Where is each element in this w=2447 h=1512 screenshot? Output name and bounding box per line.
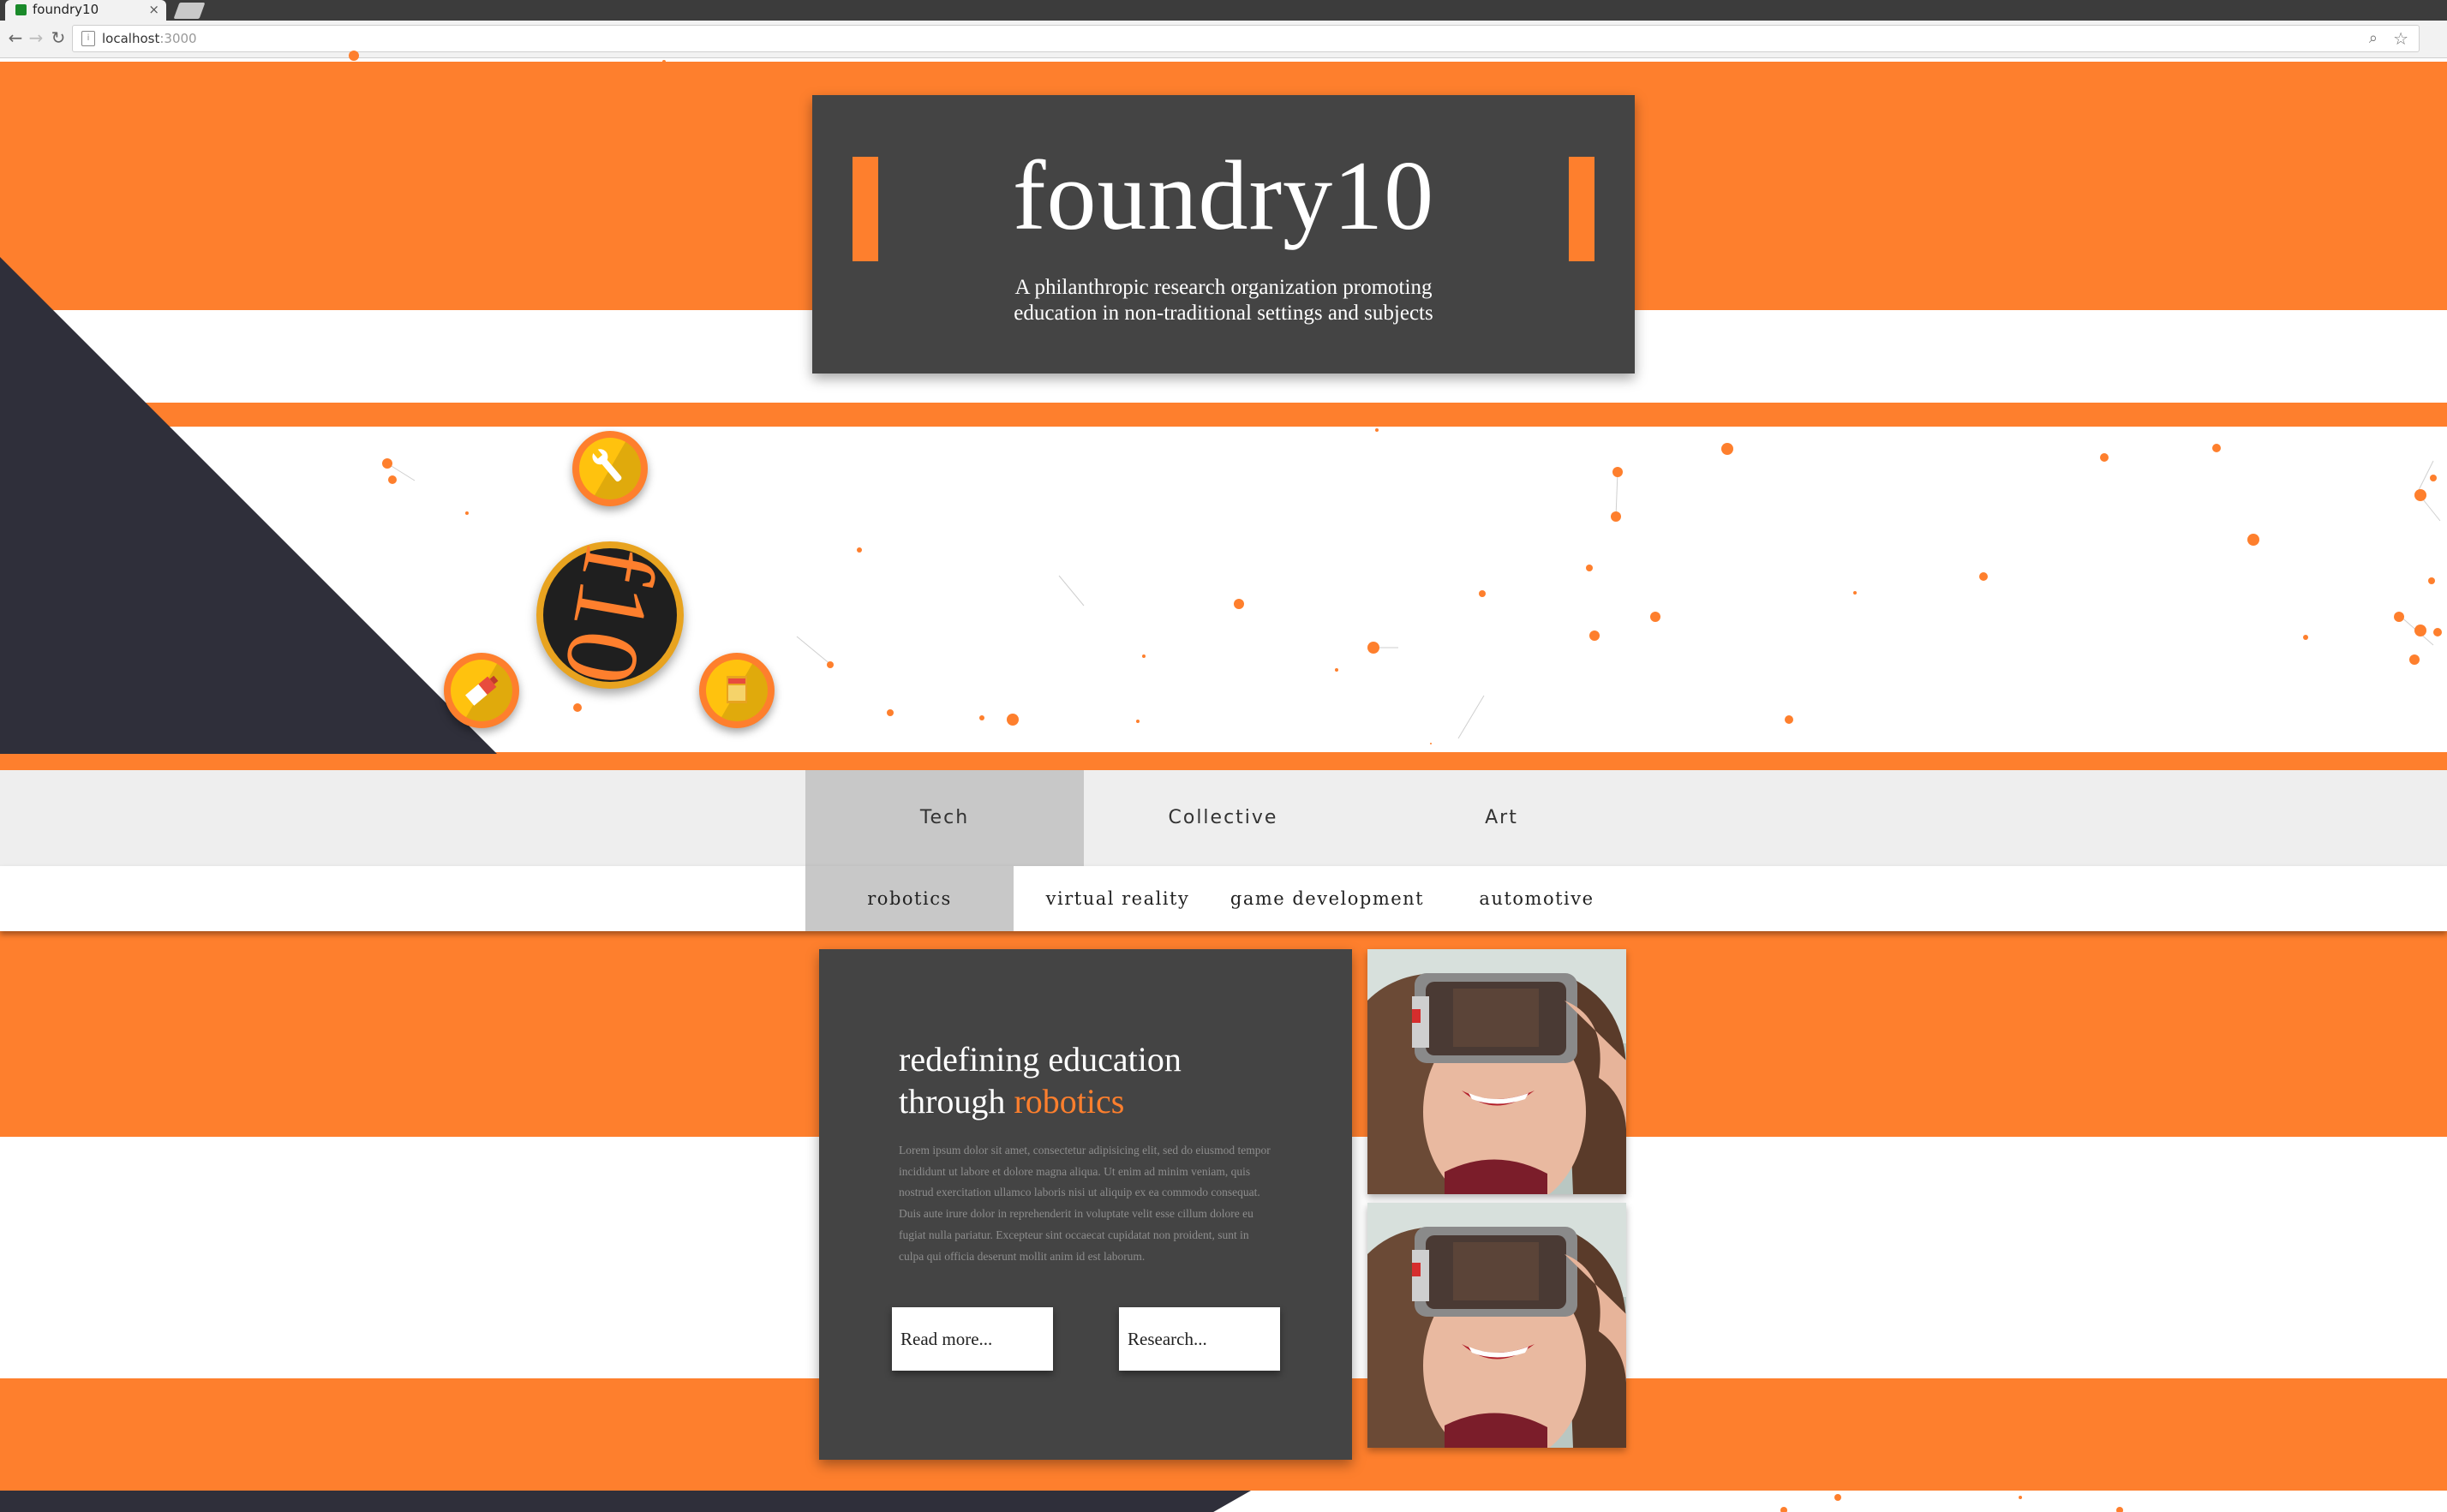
- book-badge[interactable]: [699, 653, 775, 728]
- bookmark-star-icon[interactable]: ☆: [2393, 28, 2408, 49]
- wrench-icon: [592, 448, 622, 482]
- book-icon: [727, 676, 747, 703]
- read-more-button[interactable]: Read more...: [892, 1307, 1053, 1371]
- new-tab-button[interactable]: [173, 3, 206, 19]
- content-card: redefining education through robotics Lo…: [819, 949, 1352, 1460]
- research-button[interactable]: Research...: [1119, 1307, 1280, 1371]
- primary-nav: Tech Collective Art: [0, 770, 2447, 866]
- subtab-robotics[interactable]: robotics: [805, 866, 1014, 931]
- url-text: localhost:3000: [102, 31, 197, 46]
- tab-tech[interactable]: Tech: [805, 770, 1084, 866]
- particle-network: [382, 428, 2442, 744]
- search-icon[interactable]: ⌕: [2369, 29, 2378, 47]
- wrench-badge[interactable]: [572, 431, 648, 506]
- close-tab-icon[interactable]: ×: [148, 2, 159, 17]
- site-title: foundry10: [1012, 141, 1435, 251]
- pencil-eraser-icon: [465, 675, 499, 706]
- site-tagline: A philanthropic research organization pr…: [1014, 276, 1433, 325]
- content-title-line1: redefining education: [899, 1040, 1182, 1079]
- foundry10-logo-mark: f10: [542, 537, 679, 693]
- tab-art[interactable]: Art: [1362, 770, 1641, 866]
- subtab-game-development[interactable]: game development: [1222, 866, 1433, 931]
- vr-photo-2: [1367, 1203, 1626, 1448]
- subtab-virtual-reality[interactable]: virtual reality: [1014, 866, 1222, 931]
- pencil-eraser-badge[interactable]: [444, 653, 519, 728]
- vr-photo-1: [1367, 949, 1626, 1194]
- secondary-nav: robotics virtual reality game developmen…: [0, 866, 2447, 931]
- tab-collective[interactable]: Collective: [1084, 770, 1362, 866]
- subtab-automotive[interactable]: automotive: [1433, 866, 1641, 931]
- browser-tab[interactable]: foundry10 ×: [5, 0, 166, 21]
- content-title: redefining education through robotics: [899, 1038, 1310, 1122]
- foundry10-logo-badge[interactable]: f10: [536, 538, 684, 692]
- hero-orange-stripe: [0, 403, 2447, 427]
- top-particles: [349, 51, 666, 63]
- content-title-prefix: through: [899, 1082, 1006, 1121]
- reload-icon[interactable]: ↻: [46, 26, 70, 50]
- content-body: Lorem ipsum dolor sit amet, consectetur …: [899, 1144, 1271, 1263]
- page-icon: i: [81, 31, 95, 46]
- content-title-accent: robotics: [1014, 1082, 1125, 1121]
- header-card: foundry10 A philanthropic research organ…: [812, 95, 1635, 374]
- nav-orange-stripe: [0, 752, 2447, 770]
- browser-tab-strip: foundry10 ×: [0, 0, 2447, 21]
- browser-tab-title: foundry10: [33, 2, 99, 17]
- favicon-icon: [15, 4, 27, 15]
- bottom-particles: [1780, 1494, 2123, 1512]
- forward-arrow-icon[interactable]: →: [24, 26, 48, 50]
